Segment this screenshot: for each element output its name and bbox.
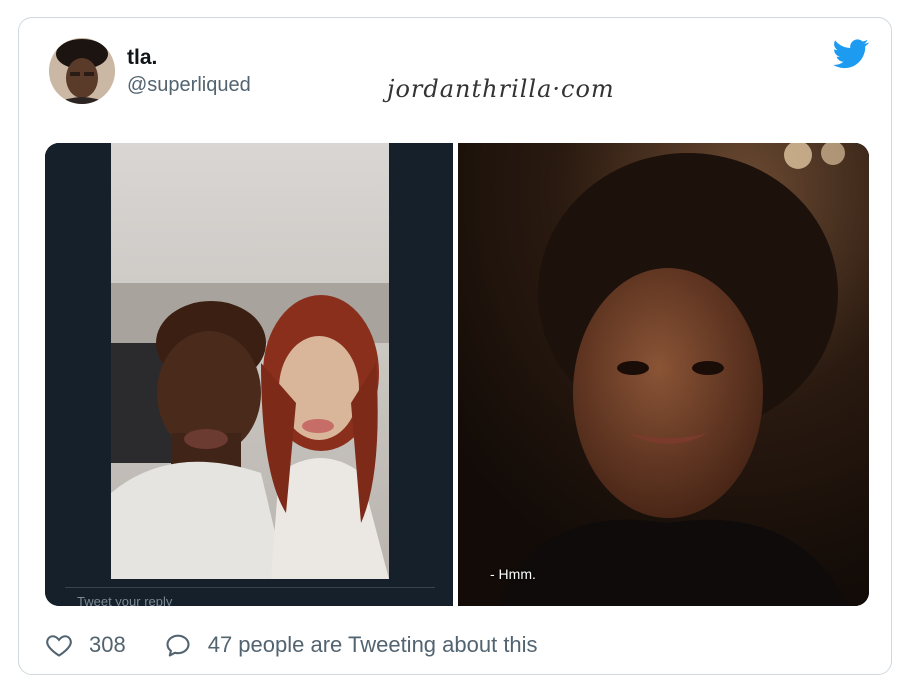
tweet-actions: 308 47 people are Tweeting about this — [45, 630, 538, 660]
tweet-card[interactable]: tla. @superliqued jordanthrilla·com Twee… — [18, 17, 892, 675]
reply-field-placeholder: Tweet your reply — [65, 587, 435, 606]
conversation-link[interactable]: 47 people are Tweeting about this — [164, 631, 538, 659]
watermark: jordanthrilla·com — [387, 75, 615, 103]
portrait-photo — [458, 143, 869, 606]
selfie-photo — [111, 143, 389, 579]
heart-icon — [46, 635, 72, 657]
left-photo-panel[interactable]: Tweet your reply — [45, 143, 453, 606]
video-caption: - Hmm. — [490, 566, 536, 582]
user-handle[interactable]: @superliqued — [127, 74, 251, 97]
talking-count-label: 47 people are Tweeting about this — [207, 632, 538, 657]
tweet-media[interactable]: Tweet your reply - Hmm. — [45, 143, 869, 606]
avatar[interactable] — [49, 38, 115, 104]
right-photo-panel[interactable]: - Hmm. — [458, 143, 869, 606]
twitter-bird-icon[interactable] — [833, 38, 869, 70]
display-name[interactable]: tla. — [127, 46, 157, 70]
speech-bubble-icon — [166, 634, 190, 657]
like-count: 308 — [89, 632, 126, 657]
like-button[interactable]: 308 — [45, 631, 164, 659]
